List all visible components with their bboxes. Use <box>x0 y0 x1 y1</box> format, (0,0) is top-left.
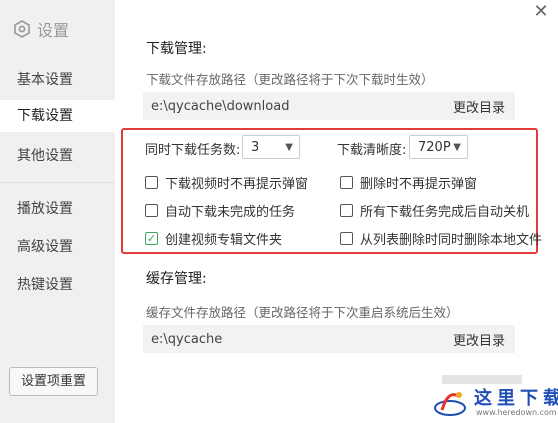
sidebar-item-playback[interactable]: 播放设置 <box>17 198 73 218</box>
sidebar-item-hotkey[interactable]: 热键设置 <box>17 274 73 294</box>
sidebar-item-advanced[interactable]: 高级设置 <box>17 236 73 256</box>
option-album-folder[interactable]: ✓ 创建视频专辑文件夹 <box>145 229 282 248</box>
checkbox-auto-shutdown[interactable] <box>340 204 353 217</box>
sidebar-item-other[interactable]: 其他设置 <box>17 145 73 165</box>
download-path-field: e:\qycache\download 更改目录 <box>143 92 515 120</box>
option-no-popup-download[interactable]: 下载视频时不再提示弹窗 <box>145 173 308 192</box>
cache-change-dir-button[interactable]: 更改目录 <box>453 330 505 349</box>
close-icon[interactable]: ✕ <box>531 2 551 22</box>
option-label: 从列表删除时同时删除本地文件 <box>360 233 543 248</box>
cache-path-value: e:\qycache <box>151 331 223 347</box>
cache-section-title: 缓存管理: <box>146 271 207 287</box>
sidebar-item-basic[interactable]: 基本设置 <box>17 69 73 89</box>
option-label: 删除时不再提示弹窗 <box>360 177 478 192</box>
partial-bar <box>442 375 522 384</box>
checkbox-auto-resume[interactable] <box>145 204 158 217</box>
option-delete-local-files[interactable]: 从列表删除时同时删除本地文件 <box>340 229 542 248</box>
chevron-down-icon: ▼ <box>285 141 293 153</box>
concurrent-tasks-label: 同时下载任务数: <box>145 143 241 158</box>
concurrent-tasks-select[interactable]: 3 ▼ <box>242 135 300 159</box>
option-label: 下载视频时不再提示弹窗 <box>165 177 309 192</box>
download-section-title: 下载管理: <box>146 41 207 57</box>
download-path-label: 下载文件存放路径（更改路径将于下次下载时生效） <box>146 72 434 87</box>
settings-hexagon-icon <box>14 20 30 38</box>
download-path-value: e:\qycache\download <box>151 98 290 114</box>
watermark-text: 这里下载 <box>474 388 558 409</box>
download-change-dir-button[interactable]: 更改目录 <box>453 97 505 116</box>
checkbox-album-folder[interactable]: ✓ <box>145 232 158 245</box>
reset-settings-button[interactable]: 设置项重置 <box>9 367 98 396</box>
sidebar-item-download[interactable]: 下载设置 <box>0 100 115 132</box>
watermark: 这里下载 www.heredown.com <box>432 384 558 423</box>
option-label: 创建视频专辑文件夹 <box>165 233 283 248</box>
chevron-down-icon: ▼ <box>453 141 461 153</box>
checkmark-icon: ✓ <box>146 232 157 245</box>
quality-select[interactable]: 720P ▼ <box>409 135 468 159</box>
sidebar-divider <box>0 182 115 183</box>
watermark-logo-icon <box>434 392 466 416</box>
sidebar-header: 设置 <box>13 17 69 41</box>
option-label: 自动下载未完成的任务 <box>165 205 296 220</box>
quality-label: 下载清晰度: <box>337 143 407 158</box>
cache-path-label: 缓存文件存放路径（更改路径将于下次重启系统后生效） <box>146 305 459 320</box>
quality-value: 720P <box>418 139 451 155</box>
option-no-popup-delete[interactable]: 删除时不再提示弹窗 <box>340 173 477 192</box>
sidebar: 设置 基本设置 下载设置 其他设置 播放设置 高级设置 热键设置 设置项重置 <box>0 0 115 423</box>
option-label: 所有下载任务完成后自动关机 <box>360 205 530 220</box>
watermark-url: www.heredown.com <box>476 408 557 417</box>
checkbox-no-popup-delete[interactable] <box>340 176 353 189</box>
cache-path-field: e:\qycache 更改目录 <box>143 325 515 353</box>
checkbox-no-popup-download[interactable] <box>145 176 158 189</box>
sidebar-title: 设置 <box>37 21 70 40</box>
checkbox-delete-local-files[interactable] <box>340 232 353 245</box>
option-auto-shutdown[interactable]: 所有下载任务完成后自动关机 <box>340 201 529 220</box>
concurrent-tasks-value: 3 <box>251 139 260 155</box>
option-auto-resume[interactable]: 自动下载未完成的任务 <box>145 201 295 220</box>
